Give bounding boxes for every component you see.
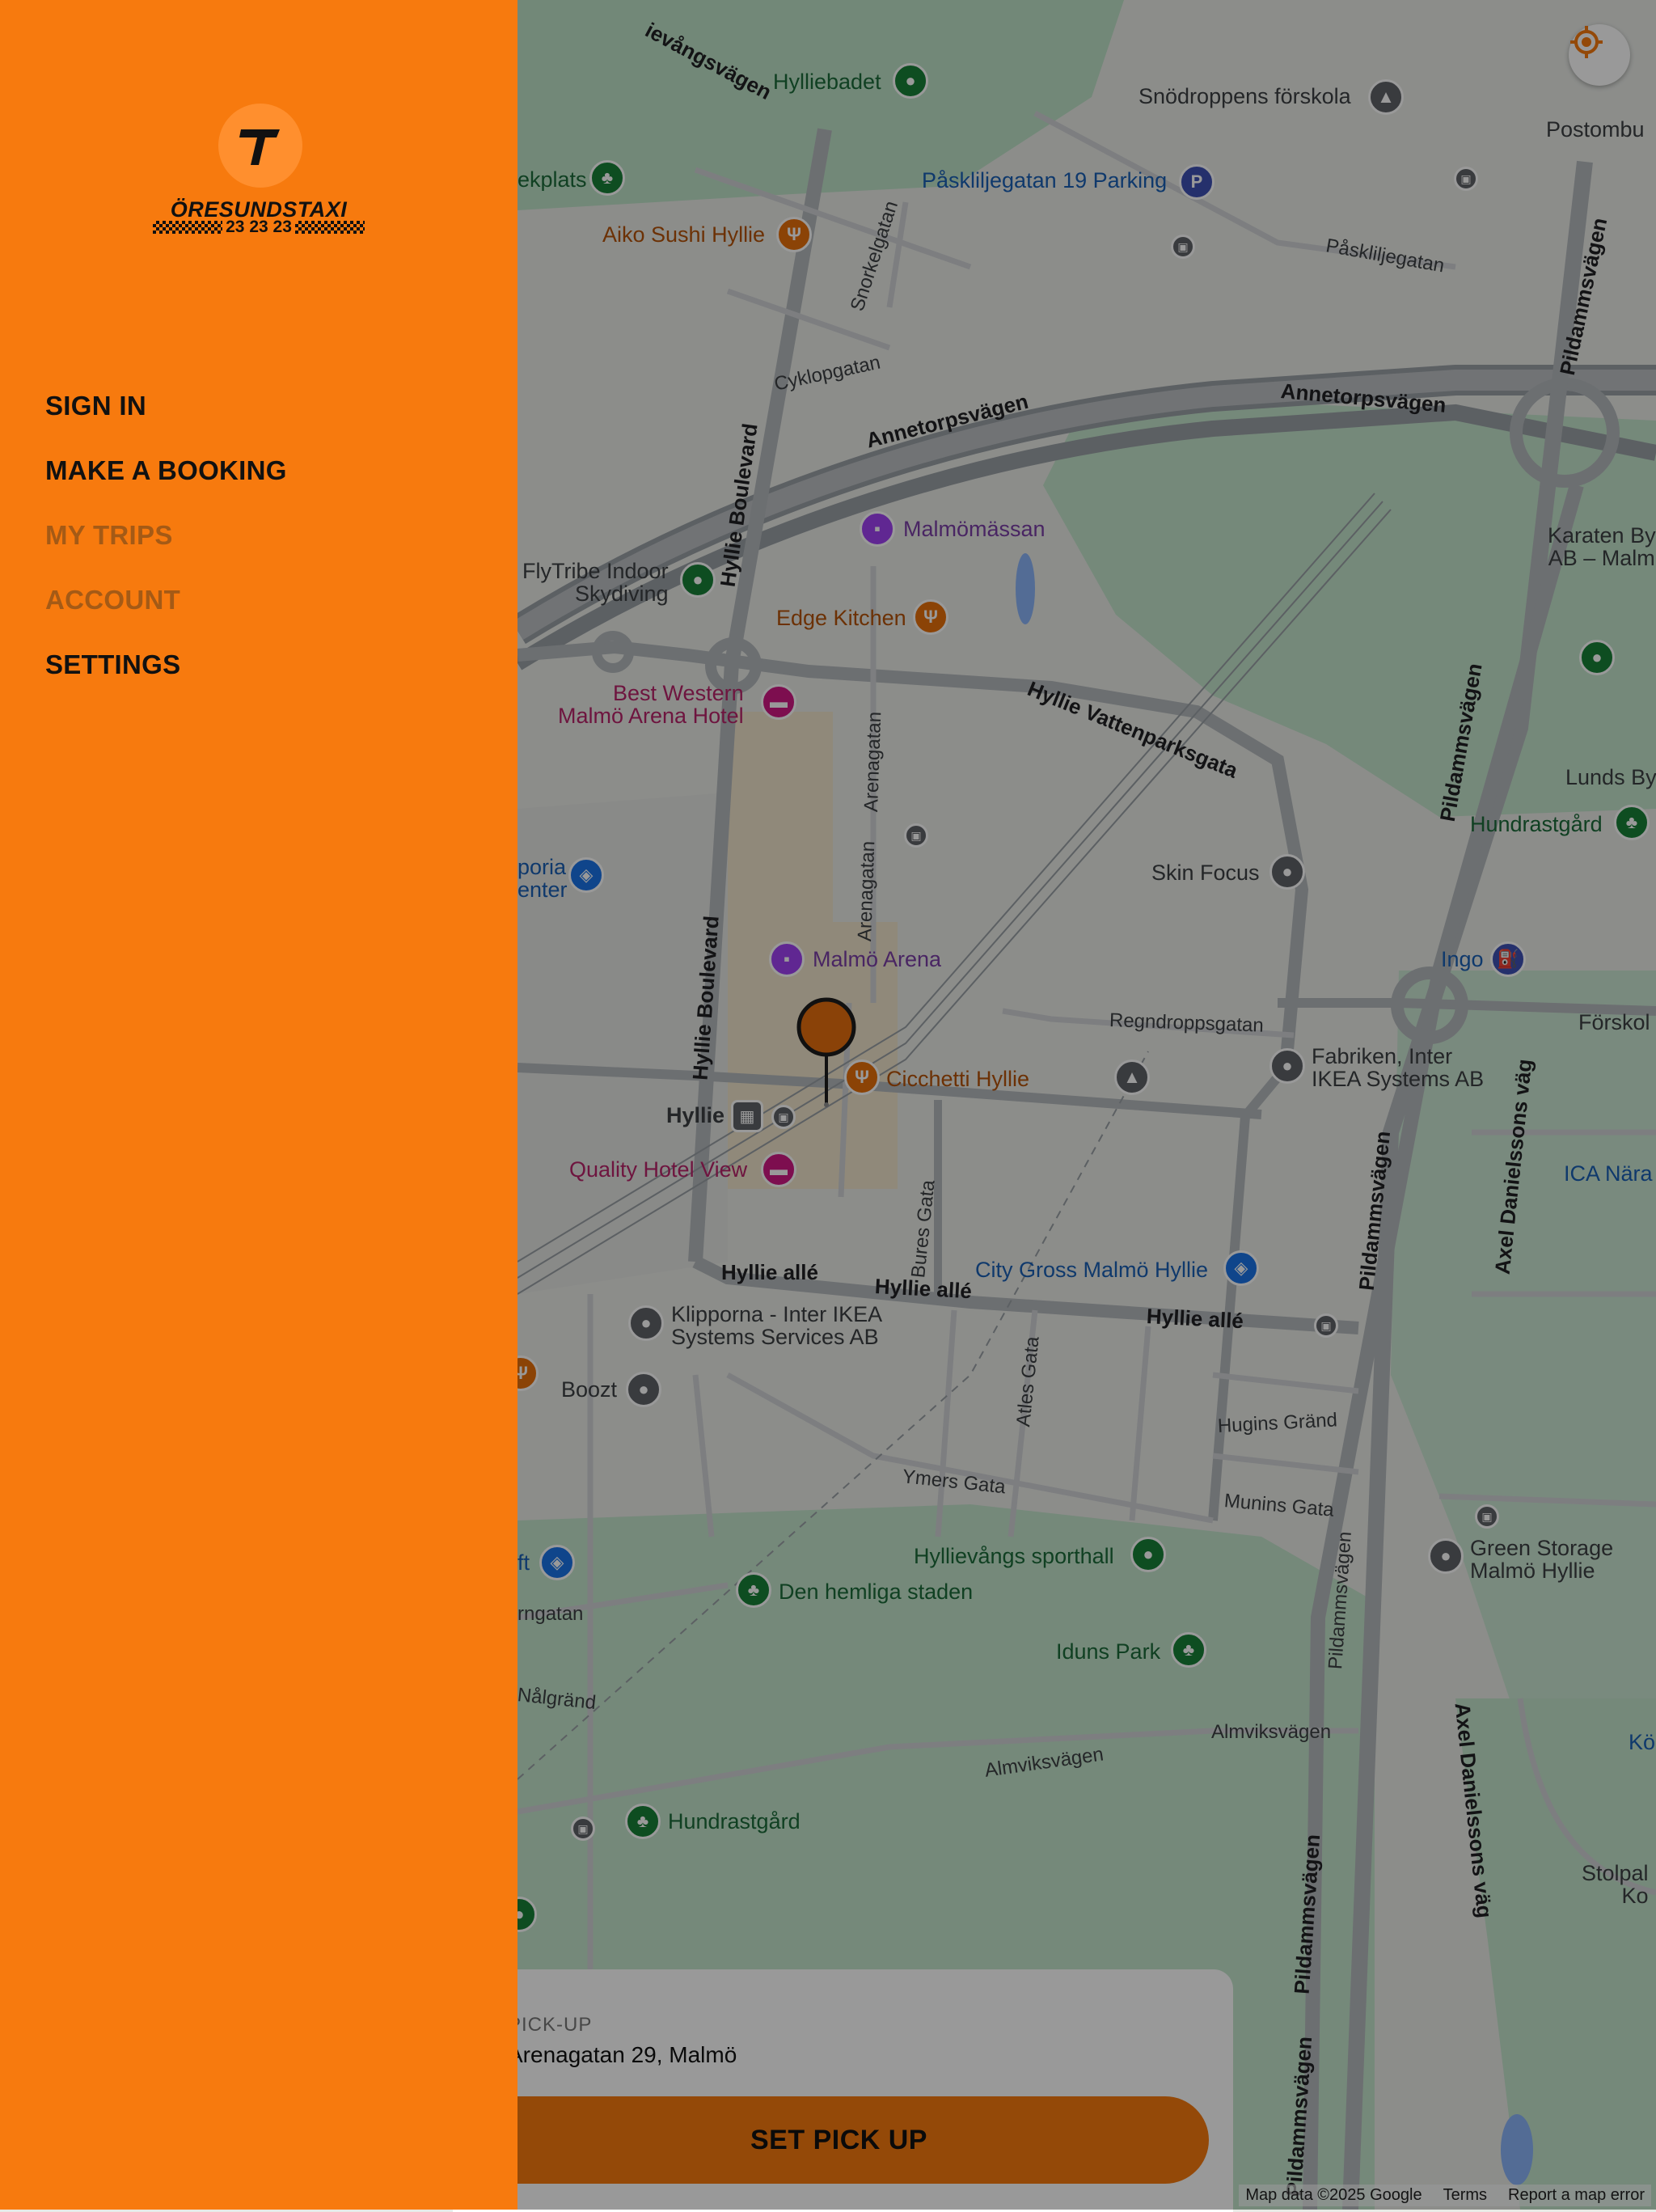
map-pin-icon[interactable] bbox=[792, 996, 860, 1110]
checker-pattern-icon bbox=[153, 221, 223, 234]
logo-phone-number: 23 23 23 bbox=[226, 218, 292, 236]
menu-my-trips: MY TRIPS bbox=[45, 520, 173, 550]
menu-make-a-booking[interactable]: MAKE A BOOKING bbox=[45, 438, 287, 503]
menu-account: ACCOUNT bbox=[45, 585, 181, 615]
checker-pattern-icon bbox=[294, 221, 365, 234]
navigation-drawer: ÖRESUNDSTAXI 23 23 23 SIGN IN MAKE A BOO… bbox=[0, 0, 518, 2210]
taxi-logo-icon bbox=[218, 104, 302, 188]
menu-settings[interactable]: SETTINGS bbox=[45, 632, 287, 697]
drawer-menu: SIGN IN MAKE A BOOKING MY TRIPS ACCOUNT … bbox=[45, 374, 287, 697]
oresundstaxi-logo: ÖRESUNDSTAXI 23 23 23 bbox=[150, 104, 368, 241]
logo-phone: 23 23 23 bbox=[150, 218, 368, 236]
menu-sign-in[interactable]: SIGN IN bbox=[45, 374, 287, 438]
